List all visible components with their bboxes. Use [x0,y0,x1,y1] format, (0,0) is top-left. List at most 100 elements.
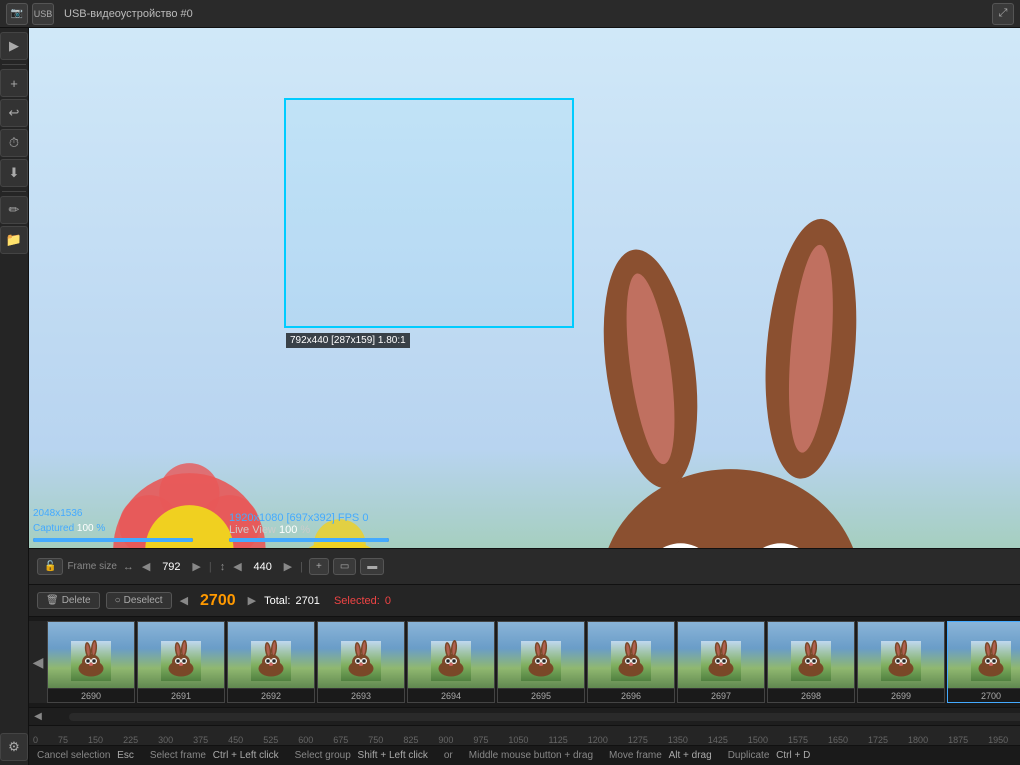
delete-icon: 🗑 [46,595,59,606]
height-prev-arrow[interactable]: ◀ [231,560,243,573]
scroll-left-btn[interactable]: ◀ [29,711,47,722]
frame-num-label-2693: 2693 [318,688,404,702]
height-icon: ↕ [220,561,226,573]
height-next-arrow[interactable]: ▶ [282,560,294,573]
frame-num-label-2694: 2694 [408,688,494,702]
camera-icon-btn[interactable]: 📷 [6,3,28,25]
expand-tool-btn[interactable]: ▶ [0,32,28,60]
film-frame-2690[interactable]: 2690 [47,621,135,703]
film-frames: 2690 2691 [47,621,1020,703]
frame-thumb-2690 [48,622,134,688]
captured-unit: % [96,523,105,534]
frame-size-label: Frame size [67,561,116,572]
ruler-mark-600: 600 [298,735,313,745]
video-bg: 792x440 [287x159] 1.80:1 2048x1536 Captu… [29,28,1020,548]
film-frame-2697[interactable]: 2697 [677,621,765,703]
resolution-blue: 2048x1536 [33,508,83,519]
total-label: Total: 2701 [264,595,320,607]
duplicate-shortcut: Duplicate Ctrl + D [728,750,811,761]
width-prev-arrow[interactable]: ◀ [140,560,152,573]
device-title: USB-видеоустройство #0 [64,8,193,20]
cancel-shortcut: Cancel selection Esc [37,750,134,761]
ruler-mark-1200: 1200 [588,735,608,745]
fill-btn[interactable]: ▬ [360,558,384,575]
ruler-mark-1125: 1125 [548,735,567,745]
select-frame-label: Select frame [150,750,206,761]
ruler-mark-525: 525 [263,735,278,745]
top-bar: 📷 USB USB-видеоустройство #0 ⤢ [0,0,1020,28]
film-frame-2691[interactable]: 2691 [137,621,225,703]
tool-sep-2 [2,191,26,192]
ctrl-sep-1: | [209,561,212,573]
frame-num-label-2698: 2698 [768,688,854,702]
move-frame-key: Alt + drag [669,750,712,761]
deselect-btn[interactable]: ○ Deselect [106,592,172,609]
current-frame: 2700 [200,592,236,610]
settings-tool-btn[interactable]: ⚙ [0,733,28,761]
captured-label: Captured [33,523,74,534]
frame-thumb-2699 [858,622,944,688]
ruler-mark-225: 225 [123,735,138,745]
deselect-icon: ○ [115,595,121,606]
select-frame-key: Ctrl + Left click [213,750,279,761]
frame-num-label-2696: 2696 [588,688,674,702]
captured-value: 100 [77,523,94,534]
status-bar: Cancel selection Esc Select frame Ctrl +… [29,745,1020,765]
frame-num-label-2691: 2691 [138,688,224,702]
move-frame-label: Move frame [609,750,662,761]
frame-num-label-2690: 2690 [48,688,134,702]
ruler-mark-1725: 1725 [868,735,888,745]
film-frame-2694[interactable]: 2694 [407,621,495,703]
height-value: 440 [248,561,278,573]
timeline-area: 🗑 Delete ○ Deselect ◀ 2700 ▶ Total: 2701… [29,584,1020,765]
frame-num-label-2699: 2699 [858,688,944,702]
lock-icon: 🔓 [44,561,56,572]
ruler-mark-450: 450 [228,735,243,745]
frame-prev-btn[interactable]: ◀ [178,594,190,607]
usb-icon: USB [32,3,54,25]
filmstrip-prev-btn[interactable]: ◀ [29,621,47,703]
folder-tool-btn[interactable]: 📁 [0,226,28,254]
cancel-label: Cancel selection [37,750,110,761]
add-frame-btn[interactable]: + [309,558,329,575]
width-value: 792 [156,561,186,573]
lock-btn[interactable]: 🔓 [37,558,63,575]
live-view-value: 100 [279,524,297,536]
frame-num-label-2697: 2697 [678,688,764,702]
filmstrip: ◀ 2690 [29,617,1020,707]
download-tool-btn[interactable]: ⬇ [0,159,28,187]
ruler-mark-750: 750 [368,735,383,745]
film-frame-2693[interactable]: 2693 [317,621,405,703]
timer-tool-btn[interactable]: ⏱ [0,129,28,157]
ctrl-sep-2: | [300,561,303,573]
frame-thumb-2691 [138,622,224,688]
expand-btn[interactable]: ⤢ [992,3,1014,25]
live-view-label: Live View [229,524,276,536]
ruler-mark-900: 900 [438,735,453,745]
film-frame-2699[interactable]: 2699 [857,621,945,703]
film-frame-2700[interactable]: 2700 [947,621,1020,703]
film-frame-2696[interactable]: 2696 [587,621,675,703]
tool-sep-1 [2,64,26,65]
duplicate-key: Ctrl + D [776,750,810,761]
aspect-btn[interactable]: ▭ [333,558,356,575]
select-group-shortcut: Select group Shift + Left click [295,750,428,761]
deselect-label: Deselect [124,595,163,606]
undo-tool-btn[interactable]: ↩ [0,99,28,127]
ruler-mark-300: 300 [158,735,173,745]
add-tool-btn[interactable]: + [0,69,28,97]
film-frame-2698[interactable]: 2698 [767,621,855,703]
ruler-mark-675: 675 [333,735,348,745]
width-next-arrow[interactable]: ▶ [190,560,202,573]
ruler-mark-150: 150 [88,735,103,745]
brush-tool-btn[interactable]: ✏ [0,196,28,224]
selected-value: 0 [385,595,391,607]
film-frame-2692[interactable]: 2692 [227,621,315,703]
delete-btn[interactable]: 🗑 Delete [37,592,100,609]
ruler-mark-1650: 1650 [828,735,848,745]
film-frame-2695[interactable]: 2695 [497,621,585,703]
scroll-track[interactable] [69,713,1020,721]
frame-next-btn[interactable]: ▶ [246,594,258,607]
selected-label: Selected: 0 [334,595,391,607]
video-preview[interactable]: 792x440 [287x159] 1.80:1 2048x1536 Captu… [29,28,1020,548]
